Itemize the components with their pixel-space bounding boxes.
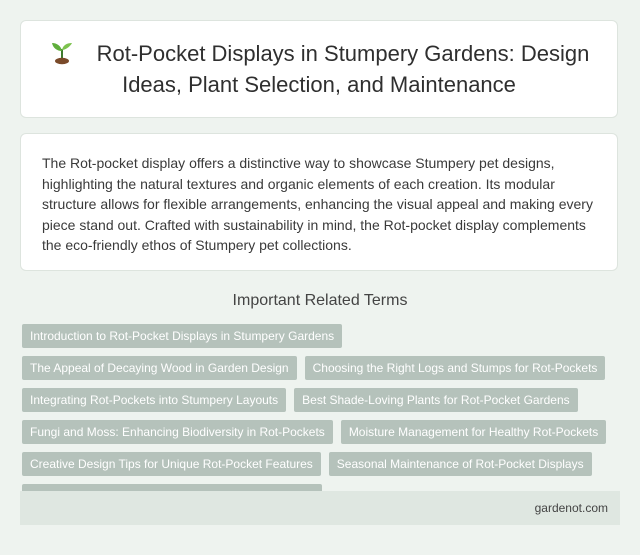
sprout-icon (51, 43, 72, 65)
description-text: The Rot-pocket display offers a distinct… (42, 155, 593, 253)
related-term-link[interactable]: Moisture Management for Healthy Rot-Pock… (340, 420, 607, 444)
related-terms-list: Introduction to Rot-Pocket Displays in S… (22, 324, 622, 508)
related-term-link[interactable]: Choosing the Right Logs and Stumps for R… (304, 356, 606, 380)
title-card: Rot-Pocket Displays in Stumpery Gardens:… (20, 20, 618, 118)
related-term-link[interactable]: Fungi and Moss: Enhancing Biodiversity i… (22, 420, 333, 444)
related-term-link[interactable]: Seasonal Maintenance of Rot-Pocket Displ… (328, 452, 592, 476)
related-term-link[interactable]: The Appeal of Decaying Wood in Garden De… (22, 356, 297, 380)
page-title: Rot-Pocket Displays in Stumpery Gardens:… (21, 38, 617, 100)
description-card: The Rot-pocket display offers a distinct… (20, 133, 618, 271)
related-terms-heading: Important Related Terms (232, 292, 408, 309)
related-term-link[interactable]: Creative Design Tips for Unique Rot-Pock… (22, 452, 321, 476)
related-term-link[interactable]: Integrating Rot-Pockets into Stumpery La… (22, 388, 287, 412)
footer-site-link[interactable]: gardenot.com (535, 501, 608, 515)
related-term-link[interactable]: Best Shade-Loving Plants for Rot-Pocket … (294, 388, 578, 412)
related-term-link[interactable]: Introduction to Rot-Pocket Displays in S… (22, 324, 343, 348)
footer: gardenot.com (20, 491, 620, 525)
page-title-text: Rot-Pocket Displays in Stumpery Gardens:… (96, 41, 590, 97)
